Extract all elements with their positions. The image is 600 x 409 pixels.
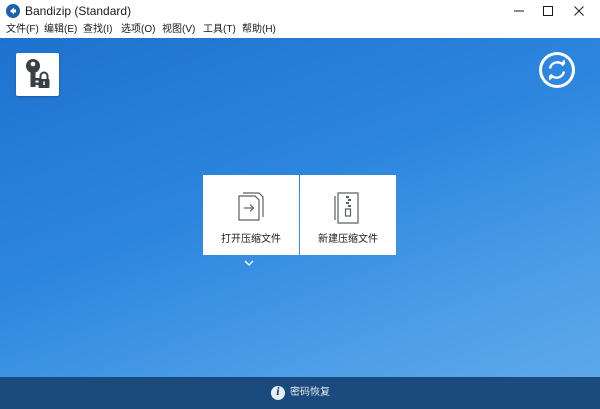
maximize-icon <box>543 6 553 16</box>
bandizip-logo-icon <box>6 4 20 18</box>
title-bar: Bandizip (Standard) <box>0 0 600 22</box>
info-icon: i <box>271 386 285 400</box>
menu-edit[interactable]: 编辑(E) <box>44 23 77 36</box>
open-archive-label: 打开压缩文件 <box>221 234 281 245</box>
key-lock-icon <box>26 59 50 88</box>
new-archive-button[interactable]: 新建压缩文件 <box>300 175 396 255</box>
minimize-icon <box>514 10 524 12</box>
open-archive-button[interactable]: 打开压缩文件 <box>203 175 299 255</box>
close-icon <box>574 6 584 16</box>
status-bar: i 密码恢复 <box>0 377 600 409</box>
new-archive-label: 新建压缩文件 <box>318 234 378 245</box>
menu-bar: 文件(F) 编辑(E) 查找(I) 选项(O) 视图(V) 工具(T) 帮助(H… <box>0 22 600 38</box>
refresh-icon <box>542 55 572 85</box>
menu-help[interactable]: 帮助(H) <box>242 23 276 36</box>
menu-tools[interactable]: 工具(T) <box>203 23 236 36</box>
menu-options[interactable]: 选项(O) <box>121 23 155 36</box>
password-recovery-link[interactable]: 密码恢复 <box>290 386 330 400</box>
menu-view[interactable]: 视图(V) <box>162 23 195 36</box>
open-archive-icon <box>238 192 264 221</box>
refresh-button[interactable] <box>539 52 575 88</box>
new-archive-icon <box>334 192 359 224</box>
close-button[interactable] <box>564 0 594 22</box>
password-manager-button[interactable] <box>16 53 59 96</box>
menu-file[interactable]: 文件(F) <box>6 23 39 36</box>
main-panel: 打开压缩文件 新建压缩文件 <box>0 38 600 377</box>
menu-find[interactable]: 查找(I) <box>83 23 112 36</box>
minimize-button[interactable] <box>504 0 534 22</box>
maximize-button[interactable] <box>533 0 563 22</box>
window-title: Bandizip (Standard) <box>25 4 132 18</box>
chevron-down-icon[interactable] <box>243 259 255 267</box>
